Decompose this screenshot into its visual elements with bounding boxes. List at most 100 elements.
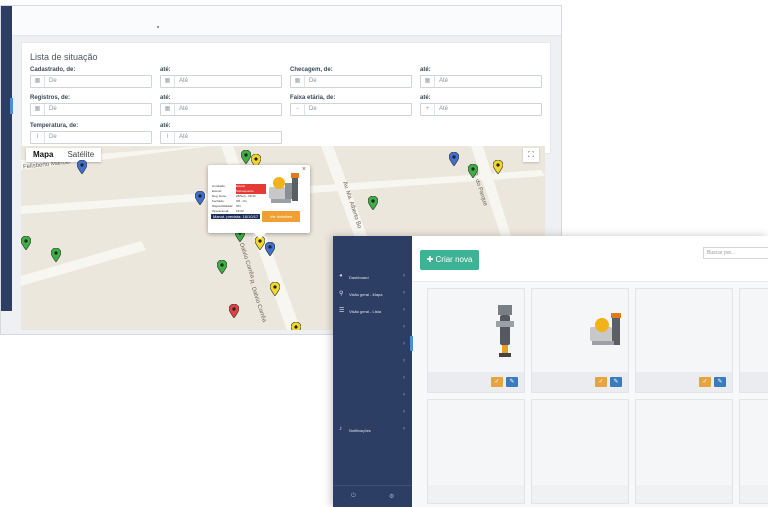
map-marker-icon[interactable] — [449, 152, 459, 166]
check-from-input[interactable]: ▦ De — [290, 75, 412, 88]
sidebar-footer: ⏻ ⚙ — [333, 485, 412, 507]
check-to-input[interactable]: ▦ Até — [420, 75, 542, 88]
sidebar-item-list-overview[interactable]: ☰ Visão geral - Lista › — [333, 304, 412, 321]
chevron-right-icon: › — [403, 290, 405, 296]
map-marker-icon[interactable] — [229, 304, 239, 318]
records-to-input[interactable]: ▦ Até — [160, 103, 282, 116]
map-pin-icon: ⚲ — [339, 291, 344, 297]
gear-icon[interactable]: ⚙ — [389, 493, 394, 500]
chevron-right-icon: › — [403, 358, 405, 364]
sidebar-item-map-overview[interactable]: ⚲ Visão geral - Mapa › — [333, 287, 412, 304]
device-card[interactable] — [635, 399, 733, 504]
edit-icon[interactable]: ✎ — [506, 377, 518, 387]
sidebar-nav: ◕ Dashboard › ⚲ Visão geral - Mapa › ☰ V… — [333, 270, 412, 440]
map-marker-icon[interactable] — [468, 164, 478, 178]
sidebar-item[interactable]: › — [333, 355, 412, 372]
chevron-right-icon: › — [403, 307, 405, 313]
sidebar-active-indicator — [410, 336, 413, 351]
device-card[interactable] — [739, 399, 768, 504]
card-action-bar — [740, 372, 768, 392]
thermometer-icon: ǀ — [31, 132, 45, 143]
card-image-area — [740, 289, 768, 374]
map-marker-icon[interactable] — [270, 282, 280, 296]
map-tab[interactable]: Mapa — [26, 148, 60, 162]
chevron-right-icon: › — [403, 409, 405, 415]
map-marker-icon[interactable] — [493, 160, 503, 174]
view-details-button[interactable]: Ver detalhes — [262, 211, 300, 222]
check-icon[interactable]: ✓ — [699, 377, 711, 387]
calendar-icon: ▦ — [291, 76, 305, 87]
device-card[interactable] — [427, 399, 525, 504]
valve-device-image — [269, 173, 299, 203]
sidebar-item[interactable]: › — [333, 372, 412, 389]
search-input[interactable]: Buscar por... — [703, 247, 768, 259]
check-icon[interactable]: ✓ — [595, 377, 607, 387]
temperature-from-input[interactable]: ǀ De — [30, 131, 152, 144]
chevron-right-icon: › — [403, 426, 405, 432]
map-marker-icon[interactable] — [51, 248, 61, 262]
bell-icon: ♪ — [339, 426, 342, 432]
calendar-icon: ▦ — [31, 76, 45, 87]
filter-label-until: até: — [420, 95, 431, 101]
device-card[interactable] — [739, 288, 768, 393]
age-to-input[interactable]: + Até — [420, 103, 542, 116]
card-image-area — [428, 289, 524, 374]
device-card[interactable]: ✓ ✎ — [427, 288, 525, 393]
edit-icon[interactable]: ✎ — [714, 377, 726, 387]
map-marker-icon[interactable] — [21, 236, 31, 250]
registered-to-input[interactable]: ▦ Até — [160, 75, 282, 88]
power-icon[interactable]: ⏻ — [351, 493, 356, 500]
actuator-image — [590, 313, 621, 345]
check-icon[interactable]: ✓ — [491, 377, 503, 387]
map-marker-icon[interactable] — [77, 160, 87, 174]
card-image-area — [740, 400, 768, 485]
chevron-right-icon: › — [403, 375, 405, 381]
plus-icon: + — [421, 104, 435, 115]
registered-from-input[interactable]: ▦ De — [30, 75, 152, 88]
map-marker-icon[interactable] — [265, 242, 275, 256]
back-topbar — [12, 6, 561, 36]
records-from-input[interactable]: ▦ De — [30, 103, 152, 116]
device-card[interactable]: ✓ ✎ — [531, 288, 629, 393]
map-marker-icon[interactable] — [195, 191, 205, 205]
sidebar-item[interactable]: › — [333, 389, 412, 406]
chevron-right-icon: › — [403, 341, 405, 347]
map-marker-icon[interactable] — [241, 150, 251, 164]
calendar-icon: ▦ — [31, 104, 45, 115]
back-sidebar-active-indicator — [10, 98, 13, 114]
status-list-panel: Lista de situação Cadastrado, de: ▦ De at… — [21, 42, 551, 154]
filter-label-until: até: — [160, 95, 171, 101]
info-rows: Condição: Estado Evento: Subsequente Reg. … — [212, 184, 266, 214]
sidebar-item[interactable]: › — [333, 338, 412, 355]
filter-label-check: Checagem, de: — [290, 67, 333, 73]
filter-label-until: até: — [160, 67, 171, 73]
map-type-control: Mapa Satélite — [26, 148, 102, 162]
fullscreen-icon[interactable]: ⛶ — [523, 148, 539, 162]
calendar-icon: ▦ — [161, 104, 175, 115]
map-marker-icon[interactable] — [217, 260, 227, 274]
filter-label-age: Faixa etária, de: — [290, 95, 336, 101]
filter-label-until: até: — [160, 123, 171, 129]
sidebar-item-notifications[interactable]: ♪ Notificações › — [333, 423, 412, 440]
palette-icon: ◕ — [339, 273, 343, 279]
temperature-to-input[interactable]: ǀ Até — [160, 131, 282, 144]
sidebar-item-dashboard[interactable]: ◕ Dashboard › — [333, 270, 412, 287]
device-card[interactable] — [531, 399, 629, 504]
map-info-window: × Condição: Estado Evento: Subsequente Reg… — [208, 165, 310, 239]
age-from-input[interactable]: − De — [290, 103, 412, 116]
chevron-right-icon: › — [403, 324, 405, 330]
plus-icon: ✚ — [426, 255, 436, 264]
sidebar-item[interactable]: › — [333, 406, 412, 423]
map-marker-icon[interactable] — [291, 322, 301, 330]
panel-title: Lista de situação — [30, 52, 98, 62]
card-action-bar: ✓ ✎ — [636, 372, 732, 392]
chevron-right-icon: › — [403, 392, 405, 398]
device-card[interactable]: ✓ ✎ — [635, 288, 733, 393]
edit-icon[interactable]: ✎ — [610, 377, 622, 387]
calendar-icon: ▦ — [421, 76, 435, 87]
sidebar-item[interactable]: › — [333, 321, 412, 338]
topbar-dot — [157, 26, 159, 28]
calendar-icon: ▦ — [161, 76, 175, 87]
map-marker-icon[interactable] — [368, 196, 378, 210]
create-new-button[interactable]: ✚ Criar nova — [420, 250, 479, 270]
